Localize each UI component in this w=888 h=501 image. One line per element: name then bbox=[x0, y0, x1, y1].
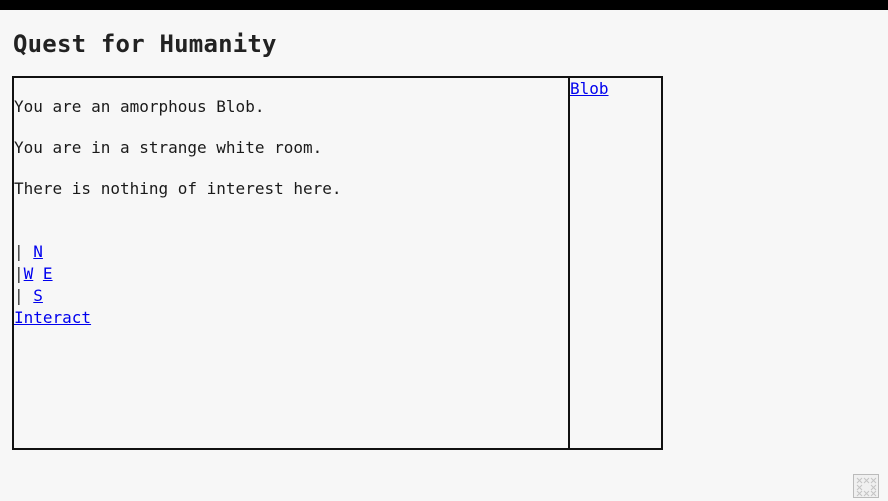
interact-link[interactable]: Interact bbox=[14, 308, 91, 327]
game-panel: You are an amorphous Blob. You are in a … bbox=[12, 76, 663, 450]
north-link[interactable]: N bbox=[33, 242, 43, 261]
east-link[interactable]: E bbox=[43, 264, 53, 283]
west-link[interactable]: W bbox=[24, 264, 34, 283]
character-link-blob[interactable]: Blob bbox=[570, 79, 609, 98]
message-line-1: You are an amorphous Blob. bbox=[14, 97, 265, 116]
south-link[interactable]: S bbox=[33, 286, 43, 305]
grid-pattern-icon-svg bbox=[856, 477, 877, 497]
main-pane: You are an amorphous Blob. You are in a … bbox=[14, 78, 570, 448]
compass-bar: | bbox=[14, 286, 24, 305]
character-row: Blob bbox=[570, 78, 609, 100]
compass-bar: | bbox=[14, 242, 24, 261]
compass-bar: | bbox=[14, 264, 24, 283]
compass-row-west-east: |W E bbox=[14, 263, 53, 285]
side-pane: Blob bbox=[570, 78, 661, 448]
top-bar bbox=[0, 0, 888, 10]
page-title: Quest for Humanity bbox=[13, 30, 277, 58]
message-line-2: You are in a strange white room. bbox=[14, 138, 323, 157]
grid-pattern-icon[interactable] bbox=[853, 474, 879, 498]
compass-row-north: | N bbox=[14, 241, 43, 263]
interact-row: Interact bbox=[14, 307, 91, 329]
message-line-3: There is nothing of interest here. bbox=[14, 179, 342, 198]
compass-row-south: | S bbox=[14, 285, 43, 307]
